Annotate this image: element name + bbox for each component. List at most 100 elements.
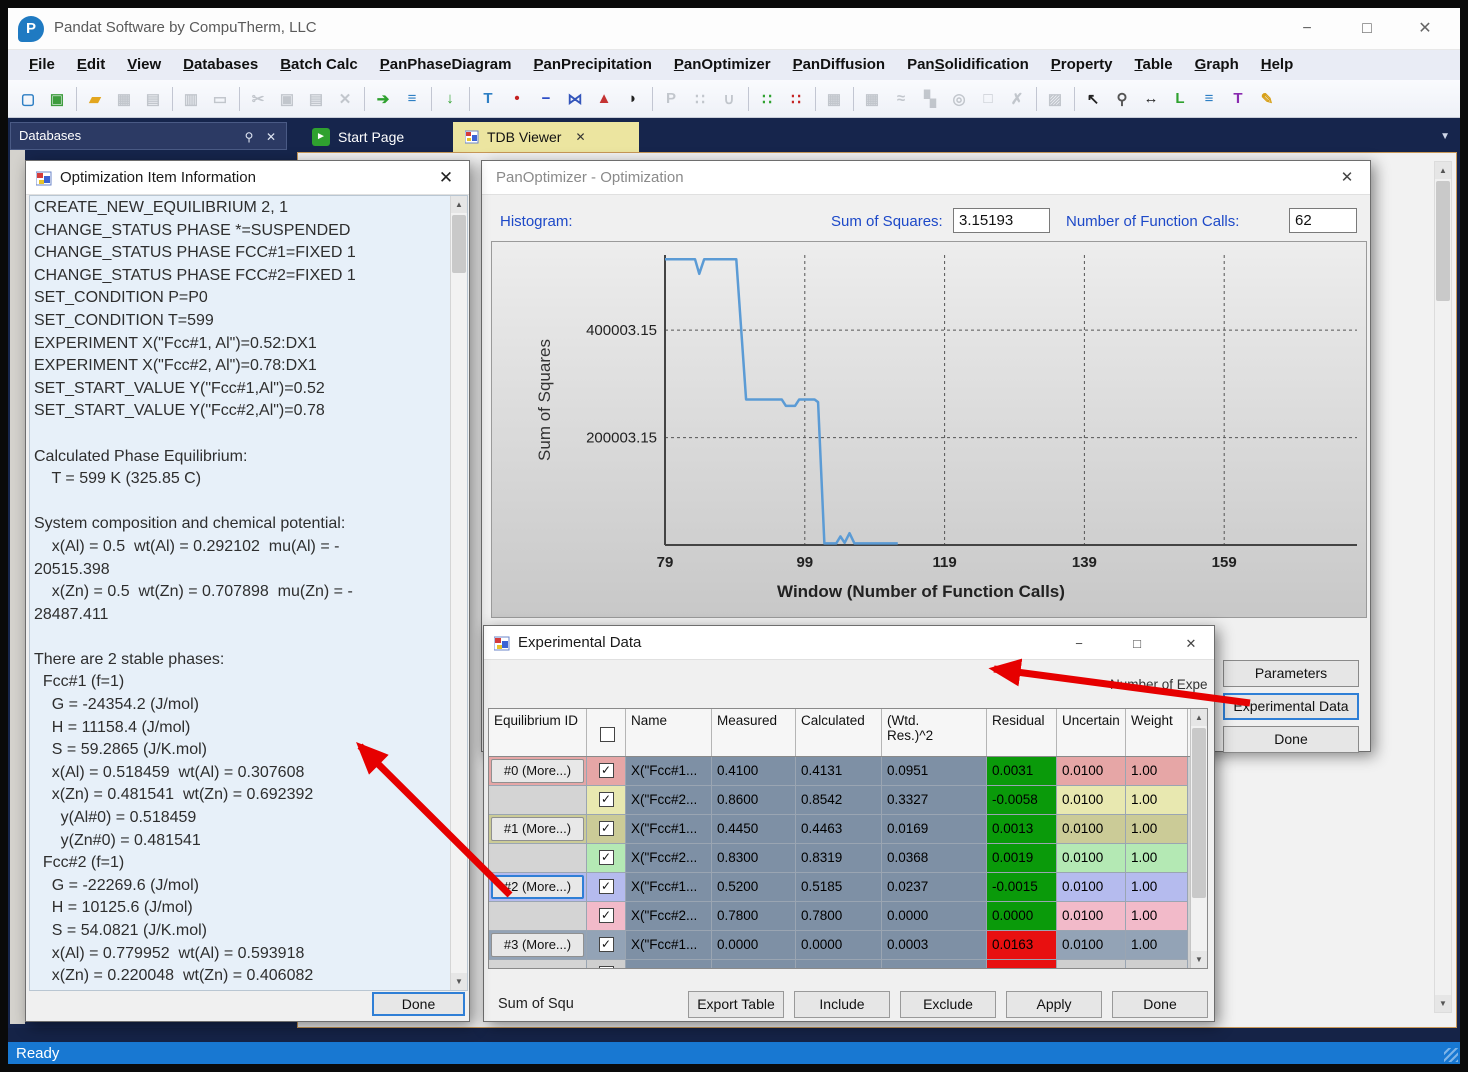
menu-item-property[interactable]: Property bbox=[1040, 50, 1124, 80]
close-button[interactable]: ✕ bbox=[1402, 14, 1448, 44]
menu-item-pansolidification[interactable]: PanSolidification bbox=[896, 50, 1040, 80]
menu-item-help[interactable]: Help bbox=[1250, 50, 1305, 80]
start-page-icon: ► bbox=[312, 128, 330, 146]
include-button[interactable]: Include bbox=[794, 991, 890, 1018]
row-checkbox[interactable]: ✓ bbox=[599, 763, 614, 778]
zoom-icon[interactable]: ⚲ bbox=[1110, 87, 1134, 111]
function-calls-field[interactable]: 62 bbox=[1289, 208, 1357, 233]
cell-uncertainty: 0.0100 bbox=[1057, 873, 1126, 902]
parameters-button[interactable]: Parameters bbox=[1223, 660, 1359, 687]
save-icon: ▦ bbox=[112, 87, 136, 111]
scroll-down-icon[interactable]: ▼ bbox=[451, 973, 467, 990]
cell-id: #3 (More...) bbox=[489, 931, 587, 960]
svg-text:119: 119 bbox=[932, 554, 956, 571]
maximize-icon[interactable]: □ bbox=[1122, 634, 1152, 654]
row-checkbox[interactable]: ✓ bbox=[599, 879, 614, 894]
equilibrium-id-button[interactable]: #2 (More...) bbox=[491, 875, 584, 899]
menu-item-pandiffusion[interactable]: PanDiffusion bbox=[782, 50, 897, 80]
optimizer-done-button[interactable]: Done bbox=[1223, 726, 1359, 753]
scroll-up-icon[interactable]: ▲ bbox=[451, 196, 467, 213]
menu-item-databases[interactable]: Databases bbox=[172, 50, 269, 80]
panoptimizer-title-bar[interactable]: PanOptimizer - Optimization ✕ bbox=[482, 161, 1370, 195]
experimental-data-title-bar[interactable]: Experimental Data − □ ✕ bbox=[484, 626, 1214, 660]
scroll-down-icon[interactable]: ▼ bbox=[1191, 951, 1207, 968]
menu-item-table[interactable]: Table bbox=[1123, 50, 1183, 80]
column-header-uncertainty: Uncertain bbox=[1057, 709, 1126, 756]
exclude-button[interactable]: Exclude bbox=[900, 991, 996, 1018]
open-icon[interactable]: ▰ bbox=[83, 87, 107, 111]
pseudo-section-icon[interactable]: ▲ bbox=[592, 87, 616, 111]
minimize-icon[interactable]: − bbox=[1064, 634, 1094, 654]
import-tdb-icon[interactable]: ➔ bbox=[371, 87, 395, 111]
close-icon[interactable]: ✕ bbox=[1334, 167, 1360, 189]
thermo-property-icon[interactable]: T bbox=[476, 87, 500, 111]
menu-item-panphasediagram[interactable]: PanPhaseDiagram bbox=[369, 50, 523, 80]
scroll-up-icon[interactable]: ▲ bbox=[1435, 162, 1451, 179]
table-scrollbar[interactable]: ▲ ▼ bbox=[1190, 709, 1207, 968]
row-checkbox[interactable]: ✓ bbox=[599, 792, 614, 807]
legend-icon[interactable]: L bbox=[1168, 87, 1192, 111]
sum-of-squares-field[interactable]: 3.15193 bbox=[953, 208, 1050, 233]
experimental-data-button[interactable]: Experimental Data bbox=[1223, 693, 1359, 720]
tab-start-page[interactable]: ► Start Page bbox=[300, 122, 450, 152]
menu-item-panprecipitation[interactable]: PanPrecipitation bbox=[522, 50, 662, 80]
scroll-thumb[interactable] bbox=[452, 215, 466, 273]
done-button[interactable]: Done bbox=[1112, 991, 1208, 1018]
equilibrium-id-button[interactable]: #0 (More...) bbox=[491, 759, 584, 783]
add-text-icon[interactable]: T bbox=[1226, 87, 1250, 111]
edit-icon[interactable]: ✎ bbox=[1255, 87, 1279, 111]
row-checkbox[interactable]: ✓ bbox=[599, 850, 614, 865]
maximize-button[interactable]: □ bbox=[1344, 14, 1390, 44]
contour-icon[interactable]: ◗ bbox=[621, 87, 645, 111]
row-checkbox[interactable]: ✓ bbox=[599, 821, 614, 836]
pan-icon[interactable]: ↔ bbox=[1139, 87, 1163, 111]
info-done-button[interactable]: Done bbox=[372, 992, 465, 1016]
tdb-scrollbar[interactable]: ▲ ▼ bbox=[1434, 161, 1452, 1013]
menu-item-file[interactable]: File bbox=[18, 50, 66, 80]
optimization-run-icon[interactable]: ∷ bbox=[784, 87, 808, 111]
panel-close-icon[interactable]: ✕ bbox=[262, 128, 280, 146]
close-icon[interactable]: ✕ bbox=[1176, 634, 1206, 654]
scroll-up-icon[interactable]: ▲ bbox=[1191, 709, 1207, 726]
header-checkbox[interactable] bbox=[600, 727, 615, 742]
database-summary-icon[interactable]: ≡ bbox=[400, 87, 424, 111]
equilibrium-id-button[interactable]: #3 (More...) bbox=[491, 933, 584, 957]
new-project-icon[interactable]: ▣ bbox=[45, 87, 69, 111]
apply-button[interactable]: Apply bbox=[1006, 991, 1102, 1018]
menu-item-view[interactable]: View bbox=[116, 50, 172, 80]
cell-weight bbox=[1126, 960, 1188, 969]
line-calculation-icon[interactable]: − bbox=[534, 87, 558, 111]
optimization-info-title-bar[interactable]: Optimization Item Information ✕ bbox=[26, 161, 469, 195]
append-database-icon[interactable]: ↓ bbox=[438, 87, 462, 111]
scroll-down-icon[interactable]: ▼ bbox=[1435, 995, 1451, 1012]
tab-list-chevron-icon[interactable]: ▼ bbox=[1440, 131, 1450, 142]
close-icon[interactable]: ✕ bbox=[433, 167, 459, 189]
section-calculation-icon[interactable]: ⋈ bbox=[563, 87, 587, 111]
graph-icon: ≈ bbox=[889, 87, 913, 111]
resize-grip-icon[interactable] bbox=[1444, 1048, 1458, 1062]
label-list-icon[interactable]: ≡ bbox=[1197, 87, 1221, 111]
row-checkbox[interactable]: ✓ bbox=[599, 937, 614, 952]
row-checkbox[interactable]: ✓ bbox=[599, 908, 614, 923]
scroll-thumb[interactable] bbox=[1192, 728, 1206, 898]
menu-item-edit[interactable]: Edit bbox=[66, 50, 116, 80]
row-checkbox[interactable]: ✓ bbox=[599, 966, 614, 969]
new-window-icon[interactable]: ▢ bbox=[16, 87, 40, 111]
menu-item-batch-calc[interactable]: Batch Calc bbox=[269, 50, 369, 80]
export-table-button[interactable]: Export Table bbox=[688, 991, 784, 1018]
point-calculation-icon[interactable]: • bbox=[505, 87, 529, 111]
menu-item-panoptimizer[interactable]: PanOptimizer bbox=[663, 50, 782, 80]
equilibrium-id-button[interactable]: #1 (More...) bbox=[491, 817, 584, 841]
menu-item-graph[interactable]: Graph bbox=[1184, 50, 1250, 80]
optimization-info-text-area[interactable]: CREATE_NEW_EQUILIBRIUM 2, 1CHANGE_STATUS… bbox=[29, 195, 468, 991]
info-scrollbar[interactable]: ▲ ▼ bbox=[450, 196, 467, 990]
scroll-thumb[interactable] bbox=[1436, 181, 1450, 301]
tab-close-icon[interactable]: ✕ bbox=[575, 130, 585, 144]
databases-panel-header[interactable]: Databases ⚲ ✕ bbox=[10, 122, 287, 150]
optimization-icon[interactable]: ∷ bbox=[755, 87, 779, 111]
select-cursor-icon[interactable]: ↖ bbox=[1081, 87, 1105, 111]
minimize-button[interactable]: − bbox=[1284, 14, 1330, 44]
tab-tdb-viewer[interactable]: TDB Viewer ✕ bbox=[453, 122, 639, 152]
cell-name: X("Fcc#1... bbox=[626, 757, 712, 786]
pin-icon[interactable]: ⚲ bbox=[240, 128, 258, 146]
